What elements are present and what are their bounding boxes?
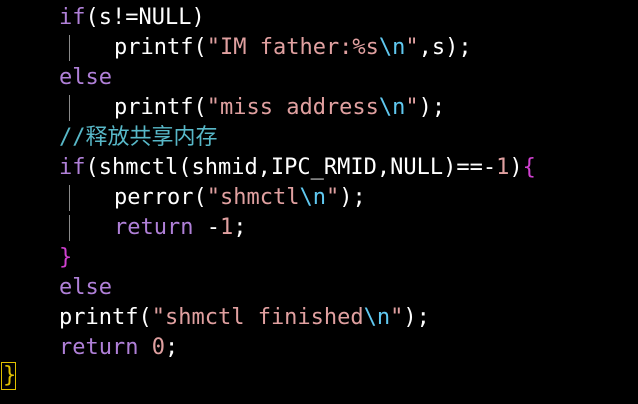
closing-brace-under-cursor: } [3, 363, 17, 388]
code-token-number: 1 [219, 215, 234, 240]
code-line[interactable]: return -1; [114, 213, 246, 243]
code-token-identifier: (shmctl(shmid,IPC_RMID,NULL)==- [85, 155, 497, 180]
code-token-string: " [405, 35, 419, 60]
code-token-escape: \n [378, 95, 406, 120]
code-line[interactable]: printf("miss address\n"); [114, 93, 445, 123]
indent-guide [69, 215, 70, 241]
code-token-keyword: if [59, 5, 86, 30]
code-token-number: 1 [496, 155, 510, 180]
code-line[interactable]: else [59, 63, 112, 93]
code-token-identifier: ); [339, 185, 366, 210]
indent-guide [69, 95, 70, 121]
code-token-string: " [390, 305, 404, 330]
code-token-identifier: ) [509, 155, 523, 180]
code-token-keyword: if [59, 155, 86, 180]
code-token-comment: //释放共享内存 [59, 125, 218, 150]
code-token-identifier: ( [138, 305, 152, 330]
code-line[interactable]: perror("shmctl\n"); [114, 183, 366, 213]
code-token-keyword: return [59, 335, 139, 360]
code-token-escape: \n [378, 35, 406, 60]
code-token-brace: { [522, 155, 536, 180]
code-line[interactable]: printf("shmctl finished\n"); [59, 303, 430, 333]
code-token-escape: \n [299, 185, 326, 210]
code-token-identifier: (s!=NULL) [85, 5, 205, 30]
code-line[interactable]: //释放共享内存 [59, 123, 218, 153]
code-token-identifier: ; [164, 335, 179, 360]
code-token-function: printf [59, 305, 139, 330]
code-token-string: " [325, 185, 340, 210]
code-token-string: " [405, 95, 419, 120]
indent-guide [69, 35, 70, 61]
code-token-identifier: ( [193, 185, 207, 210]
code-token-keyword: else [59, 275, 112, 300]
code-token-number: 0 [151, 335, 165, 360]
code-token-function: perror [114, 185, 194, 210]
code-token-string: "shmctl [206, 185, 300, 210]
code-token-identifier: ( [193, 95, 207, 120]
code-token-keyword: else [59, 65, 112, 90]
code-token-identifier: - [193, 215, 220, 240]
code-token-identifier: ); [403, 305, 430, 330]
code-line[interactable]: printf("IM father:%s\n",s); [114, 33, 472, 63]
code-token-function: printf [114, 95, 194, 120]
code-token-function: printf [114, 35, 194, 60]
code-token-identifier: ( [193, 35, 207, 60]
code-token-brace: } [59, 245, 73, 270]
code-line[interactable]: if(s!=NULL) [59, 3, 205, 33]
code-token-string: "IM father:%s [206, 35, 379, 60]
code-token-string: "shmctl finished [151, 305, 364, 330]
code-token-identifier: ); [418, 95, 446, 120]
code-token-string: "miss address [206, 95, 379, 120]
code-line[interactable]: } [59, 243, 72, 273]
code-token-identifier: ,s); [418, 35, 472, 60]
code-line[interactable]: else [59, 273, 112, 303]
code-token-keyword: return [114, 215, 194, 240]
code-line[interactable]: return 0; [59, 333, 178, 363]
code-line[interactable]: if(shmctl(shmid,IPC_RMID,NULL)==-1){ [59, 153, 536, 183]
code-token-identifier [138, 335, 151, 360]
code-token-identifier: ; [233, 215, 247, 240]
indent-guide [69, 185, 70, 211]
code-token-escape: \n [363, 305, 391, 330]
code-editor[interactable]: if(s!=NULL) printf("IM father:%s\n",s); el… [0, 0, 638, 404]
